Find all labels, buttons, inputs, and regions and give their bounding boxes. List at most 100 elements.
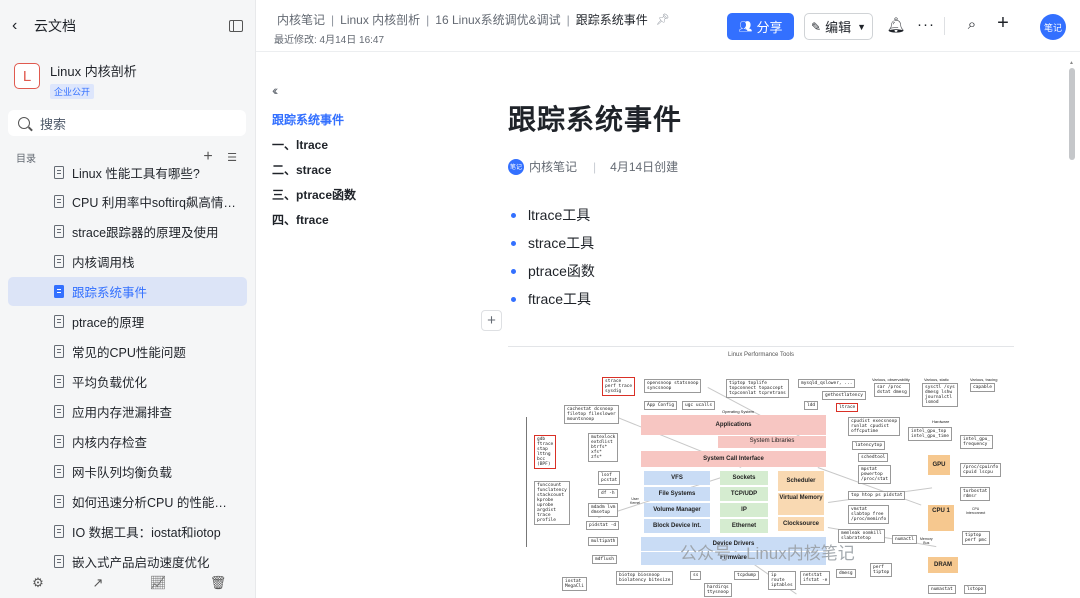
document-icon [54,555,64,568]
breadcrumb-item[interactable]: 16 Linux系统调优&调试 [435,11,560,28]
share-button[interactable]: 👥︎ 分享 [727,13,794,40]
chip-dram: DRAM [928,557,958,573]
wechat-watermark: 公众号 · Linux内核笔记 [680,544,855,563]
layer-clocksource: Clocksource [778,517,824,531]
tool-df: df -h [598,489,618,498]
outline-item[interactable]: 二、strace [272,158,472,183]
sidebar-item-label: 跟踪系统事件 [72,286,148,300]
sidebar-item-label: ptrace的原理 [72,316,145,330]
add-icon[interactable]: + [993,12,1013,35]
collapse-outline-icon[interactable]: ‹‹ [272,82,472,98]
avatar[interactable]: 笔记 [1040,14,1066,40]
add-block-button[interactable]: + [481,310,502,331]
sidebar-item[interactable]: 嵌入式产品启动速度优化 [8,547,247,570]
layer-tcp-udp: TCP/UDP [720,487,768,501]
outline-item[interactable]: 三、ptrace函数 [272,183,472,208]
bullet-list: ltrace工具 strace工具 ptrace函数 ftrace工具 [508,201,1028,313]
sidebar-item[interactable]: 内核内存检查 [8,427,247,456]
author-avatar: 笔记 [508,158,524,175]
tool-cpudist: cpudist execsnoop runlat cpudist offcput… [848,417,901,436]
sidebar-item-label: Linux 性能工具有哪些? [72,167,200,181]
sidebar-item[interactable]: 平均负载优化 [8,367,247,396]
settings-icon[interactable]: ⚙ [23,575,53,591]
document-icon [54,225,64,238]
tool-funccount: funccount funclatency stackcount kprobe … [534,481,570,525]
list-item[interactable]: ptrace函数 [508,257,1028,285]
analytics-icon[interactable]: 📈︎ [143,575,173,591]
sidebar-header: ‹ 云文档 [12,14,243,38]
list-item[interactable]: ltrace工具 [508,201,1028,229]
layer-ip: IP [720,503,768,517]
tool-latencytop: latencytop [852,441,886,450]
tool-perf: perf tiptop [870,563,893,577]
breadcrumb-separator-icon: | [566,12,570,27]
outline-item[interactable]: 一、ltrace [272,133,472,158]
tool-tiptop-pmc: tiptop perf pmc [962,531,990,545]
page-title[interactable]: 跟踪系统事件 [508,98,1028,138]
sidebar-item[interactable]: IO 数据工具：iostat和iotop [8,517,247,546]
user-kernel-arrow [526,417,527,547]
collapse-sidebar-icon[interactable] [229,20,243,32]
tool-mpstat: mpstat powertop /proc/stat [858,465,892,484]
sidebar-item[interactable]: 常见的CPU性能问题 [8,337,247,366]
tool-top-htop: top htop ps pidstat [848,491,906,500]
layer-virtual-memory: Virtual Memory [778,493,824,515]
layer-volume-manager: Volume Manager [644,503,710,517]
outline-item-active[interactable]: 跟踪系统事件 [272,108,472,133]
scrollbar[interactable]: ▲ [1068,60,1076,598]
label-user-kernel: User Kernel [630,497,641,505]
search-icon[interactable]: ⌕ [962,16,982,33]
tool-intel-gpu-frequency: intel_gpu_ frequency [960,435,994,449]
layer-scheduler: Scheduler [778,471,824,491]
document-icon [54,405,64,418]
tool-strace: strace perf trace sysdig [602,377,636,396]
back-chevron-icon[interactable]: ‹ [12,17,30,35]
knowledge-base-header[interactable]: L Linux 内核剖析 企业公开 [14,60,243,100]
sidebar-item[interactable]: CPU 利用率中softirq飙高情况... [8,187,247,216]
tool-biotop: biotop biosnoop biolatency bitesize [616,571,674,585]
list-item[interactable]: ftrace工具 [508,285,1028,313]
sidebar-item[interactable]: strace跟踪器的原理及使用 [8,217,247,246]
sidebar-title[interactable]: 云文档 [34,16,229,36]
search-input[interactable]: 搜索 [8,110,246,136]
tool-cachestat: cachestat dcsnoop filetop fileslower mou… [564,405,619,424]
sidebar-item-label: CPU 利用率中softirq飙高情况... [72,196,237,210]
outline-item[interactable]: 四、ftrace [272,208,472,233]
breadcrumb-item[interactable]: Linux 内核剖析 [340,11,420,28]
label-various-static: Various, static [924,377,949,382]
share-arrow-icon[interactable]: ↗ [83,575,113,591]
sidebar-item-label: IO 数据工具：iostat和iotop [72,526,221,540]
tool-mdflush: mdflush [592,555,617,564]
sidebar-item-label: 如何迅速分析CPU 的性能瓶颈 [72,496,237,510]
more-icon[interactable]: ··· [916,16,936,33]
sidebar-item[interactable]: 应用内存泄漏排查 [8,397,247,426]
knowledge-base-logo: L [14,63,40,89]
edit-button[interactable]: ✎ 编辑 ▼ [804,13,873,40]
sidebar-item-label: 内核调用栈 [72,256,135,270]
sidebar: ‹ 云文档 L Linux 内核剖析 企业公开 搜索 目录 + ☰ Linux … [0,0,256,598]
pin-icon[interactable]: 📌︎ [656,13,670,26]
sidebar-item[interactable]: ptrace的原理 [8,307,247,336]
sidebar-item[interactable]: Linux 性能工具有哪些? [8,162,247,187]
author-name[interactable]: 内核笔记 [529,158,577,175]
sidebar-item[interactable]: 内核调用栈 [8,247,247,276]
last-modified: 最近修改: 4月14日 16:47 [274,35,385,46]
layer-ethernet: Ethernet [720,519,768,533]
sidebar-item[interactable]: 网卡队列均衡负载 [8,457,247,486]
tool-vmstat: vmstat slabtop free /proc/meminfo [848,505,890,524]
trash-icon[interactable]: 🗑︎ [203,575,233,591]
layer-block-device: Block Device Int. [644,519,710,533]
list-item[interactable]: strace工具 [508,229,1028,257]
layer-file-systems: File Systems [644,487,710,501]
layer-applications: Applications [641,415,826,435]
scrollbar-thumb[interactable] [1069,68,1075,160]
scroll-up-icon[interactable]: ▲ [1069,60,1074,66]
breadcrumb-item[interactable]: 内核笔记 [277,11,325,28]
sidebar-item-active[interactable]: 跟踪系统事件 [8,277,247,306]
layer-vfs: VFS [644,471,710,485]
bell-icon[interactable]: 🔔︎ [886,16,906,34]
linux-performance-tools-diagram[interactable]: Linux Performance Tools Applications Sys… [508,346,1014,598]
tool-tcpdump: tcpdump [734,571,759,580]
sidebar-item[interactable]: 如何迅速分析CPU 的性能瓶颈 [8,487,247,516]
diagram-title: Linux Performance Tools [728,352,794,358]
